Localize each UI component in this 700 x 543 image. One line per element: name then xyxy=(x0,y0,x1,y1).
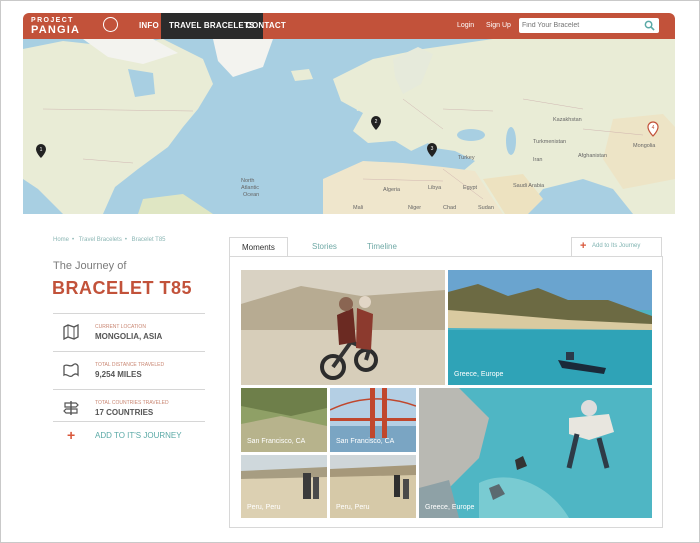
svg-text:Algeria: Algeria xyxy=(383,187,401,193)
svg-text:Egypt: Egypt xyxy=(463,185,478,191)
add-to-its-journey-button[interactable]: + Add to Its Journey xyxy=(571,237,662,258)
stat-label: Total Distance Traveled xyxy=(95,362,165,368)
breadcrumb-separator: • xyxy=(124,237,127,243)
map-label-ocean: Ocean xyxy=(243,192,259,198)
breadcrumb-current: Bracelet T85 xyxy=(131,237,166,243)
breadcrumb-separator: • xyxy=(72,237,75,243)
svg-text:Turkmenistan: Turkmenistan xyxy=(533,139,566,145)
page: PROJECT PANGIA INFO TRAVEL BRACELETS CON… xyxy=(23,13,675,528)
search-box xyxy=(519,18,659,33)
photo-peru-desert[interactable]: Peru, Peru xyxy=(330,455,416,518)
bracelet-name: BRACELET T85 xyxy=(52,278,193,298)
logo-line1: PROJECT xyxy=(31,17,74,24)
journey-map[interactable]: North Atlantic Ocean Algeria Libya Egypt… xyxy=(23,39,675,214)
search-icon[interactable] xyxy=(644,20,655,31)
stat-current-location: Current Location MONGOLIA, ASIA xyxy=(53,317,205,349)
svg-text:4: 4 xyxy=(652,125,655,131)
nav-contact[interactable]: CONTACT xyxy=(238,13,294,39)
journey-title: The Journey of xyxy=(53,260,127,272)
svg-text:Chad: Chad xyxy=(443,205,456,211)
photo-caption: Peru, Peru xyxy=(247,504,281,511)
plus-icon: + xyxy=(67,427,76,443)
breadcrumb-home[interactable]: Home xyxy=(53,237,69,243)
add-to-journey-label: ADD TO IT'S JOURNEY xyxy=(95,431,182,440)
site-logo[interactable]: PROJECT PANGIA xyxy=(31,16,123,36)
divider xyxy=(53,389,205,390)
tab-timeline[interactable]: Timeline xyxy=(355,237,409,257)
svg-text:3: 3 xyxy=(431,146,434,152)
svg-text:Mali: Mali xyxy=(353,205,363,211)
breadcrumb: Home • Travel Bracelets • Bracelet T85 xyxy=(53,237,169,243)
map-label-ocean: North xyxy=(241,178,254,184)
svg-text:Libya: Libya xyxy=(428,185,442,191)
folded-map-icon xyxy=(63,363,79,378)
photo-caption: Peru, Peru xyxy=(336,504,370,511)
svg-text:Iran: Iran xyxy=(533,157,542,163)
photo-skydive[interactable]: Greece, Europe xyxy=(419,388,652,518)
svg-text:1: 1 xyxy=(40,147,43,153)
svg-text:Kazakhstan: Kazakhstan xyxy=(553,117,582,123)
svg-text:Niger: Niger xyxy=(408,205,421,211)
photo-caption: San Francisco, CA xyxy=(336,438,395,445)
photo-greece-coast[interactable]: Greece, Europe xyxy=(448,270,652,385)
logo-line2: PANGIA xyxy=(31,24,81,36)
tab-moments[interactable]: Moments xyxy=(229,237,288,258)
photo-golden-gate[interactable]: San Francisco, CA xyxy=(330,388,416,452)
photo-peru-hikers[interactable]: Peru, Peru xyxy=(241,455,327,518)
photo-sf-trees[interactable]: San Francisco, CA xyxy=(241,388,327,452)
signpost-icon xyxy=(63,401,79,415)
svg-text:Saudi Arabia: Saudi Arabia xyxy=(513,183,545,189)
moments-panel: Greece, Europe San Francisco, CA San Fra… xyxy=(229,256,663,528)
signup-link[interactable]: Sign Up xyxy=(486,13,511,39)
plus-icon: + xyxy=(580,240,587,252)
svg-text:Turkey: Turkey xyxy=(458,155,475,161)
logo-badge-icon xyxy=(103,17,118,32)
divider xyxy=(53,351,205,352)
svg-text:2: 2 xyxy=(375,119,378,125)
divider xyxy=(53,421,205,422)
login-link[interactable]: Login xyxy=(457,13,474,39)
svg-text:Afghanistan: Afghanistan xyxy=(578,153,607,159)
map-label-ocean: Atlantic xyxy=(241,185,259,191)
add-to-journey-button[interactable]: + ADD TO IT'S JOURNEY xyxy=(53,428,205,444)
breadcrumb-travel-bracelets[interactable]: Travel Bracelets xyxy=(79,237,122,243)
site-header: PROJECT PANGIA INFO TRAVEL BRACELETS CON… xyxy=(23,13,675,39)
photo-motorcycle[interactable] xyxy=(241,270,445,385)
stat-value: MONGOLIA, ASIA xyxy=(95,332,163,341)
photo-caption: Greece, Europe xyxy=(425,504,475,511)
add-to-its-journey-label: Add to Its Journey xyxy=(592,243,641,249)
stat-value: 17 COUNTRIES xyxy=(95,408,154,417)
tab-stories[interactable]: Stories xyxy=(300,237,349,257)
divider xyxy=(53,313,205,314)
stat-value: 9,254 MILES xyxy=(95,370,142,379)
svg-text:Sudan: Sudan xyxy=(478,205,494,211)
search-input[interactable] xyxy=(522,18,637,33)
stat-distance: Total Distance Traveled 9,254 MILES xyxy=(53,355,205,387)
photo-caption: San Francisco, CA xyxy=(247,438,306,445)
stat-label: Current Location xyxy=(95,324,146,330)
stat-label: Total Countries Traveled xyxy=(95,400,169,406)
map-icon xyxy=(63,324,79,340)
photo-caption: Greece, Europe xyxy=(454,371,504,378)
svg-text:Mongolia: Mongolia xyxy=(633,143,656,149)
